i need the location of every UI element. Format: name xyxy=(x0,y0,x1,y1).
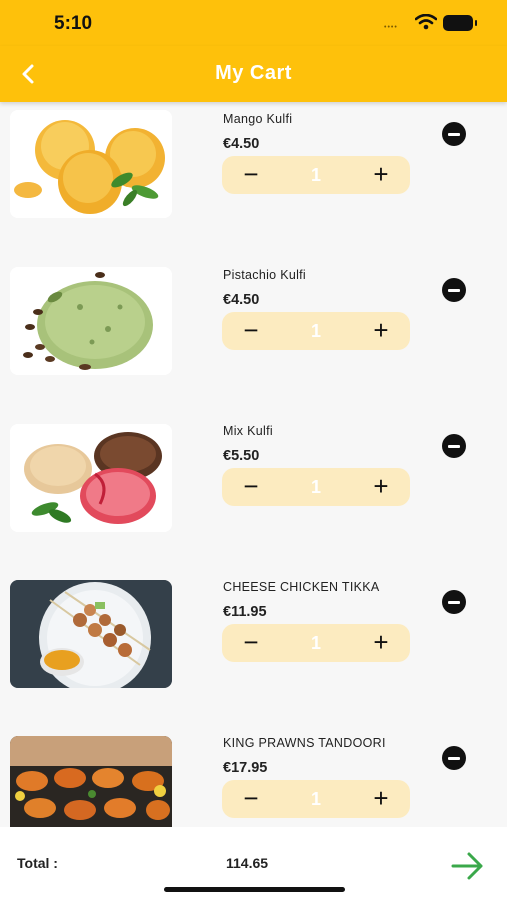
increase-quantity-button[interactable]: + xyxy=(357,156,405,194)
wifi-icon xyxy=(415,14,437,30)
total-value: 114.65 xyxy=(226,855,269,871)
signal-icon: •••• xyxy=(384,24,398,31)
quantity-stepper: − 1 + xyxy=(222,156,410,194)
checkout-arrow-button[interactable] xyxy=(450,851,486,881)
page-title: My Cart xyxy=(215,62,292,84)
item-name: CHEESE CHICKEN TIKKA xyxy=(223,580,380,594)
status-bar: 5:10 •••• xyxy=(0,0,507,46)
item-name: KING PRAWNS TANDOORI xyxy=(223,736,386,750)
remove-item-button[interactable] xyxy=(442,278,466,302)
cart-item: Mango Kulfi €4.50 − 1 + xyxy=(0,102,507,258)
cart-list[interactable]: Mango Kulfi €4.50 − 1 + Pistachio Kulfi … xyxy=(0,102,507,827)
remove-item-button[interactable] xyxy=(442,122,466,146)
quantity-stepper: − 1 + xyxy=(222,780,410,818)
cart-item: CHEESE CHICKEN TIKKA €11.95 − 1 + xyxy=(0,570,507,726)
item-price: €11.95 xyxy=(223,604,267,620)
home-indicator xyxy=(164,887,345,892)
remove-item-button[interactable] xyxy=(442,590,466,614)
mix-kulfi-image xyxy=(10,424,172,532)
quantity-stepper: − 1 + xyxy=(222,468,410,506)
pistachio-kulfi-image xyxy=(10,267,172,375)
status-time: 5:10 xyxy=(54,13,93,34)
quantity-stepper: − 1 + xyxy=(222,624,410,662)
quantity-stepper: − 1 + xyxy=(222,312,410,350)
item-price: €4.50 xyxy=(223,292,260,308)
cart-footer: Total : 114.65 xyxy=(0,827,507,900)
item-price: €4.50 xyxy=(223,136,260,152)
cheese-chicken-tikka-image xyxy=(10,580,172,688)
item-name: Mango Kulfi xyxy=(223,112,293,126)
item-name: Mix Kulfi xyxy=(223,424,273,438)
remove-item-button[interactable] xyxy=(442,434,466,458)
increase-quantity-button[interactable]: + xyxy=(357,624,405,662)
app-header: My Cart xyxy=(0,46,507,102)
item-name: Pistachio Kulfi xyxy=(223,268,307,282)
item-price: €17.95 xyxy=(223,760,268,776)
increase-quantity-button[interactable]: + xyxy=(357,780,405,818)
battery-icon xyxy=(443,15,477,31)
increase-quantity-button[interactable]: + xyxy=(357,468,405,506)
cart-item: KING PRAWNS TANDOORI €17.95 − 1 + xyxy=(0,726,507,827)
cart-item: Pistachio Kulfi €4.50 − 1 + xyxy=(0,258,507,414)
remove-item-button[interactable] xyxy=(442,746,466,770)
item-price: €5.50 xyxy=(223,448,260,464)
total-label: Total : xyxy=(17,855,58,871)
king-prawns-tandoori-image xyxy=(10,736,172,827)
mango-kulfi-image xyxy=(10,110,172,218)
increase-quantity-button[interactable]: + xyxy=(357,312,405,350)
cart-item: Mix Kulfi €5.50 − 1 + xyxy=(0,414,507,570)
